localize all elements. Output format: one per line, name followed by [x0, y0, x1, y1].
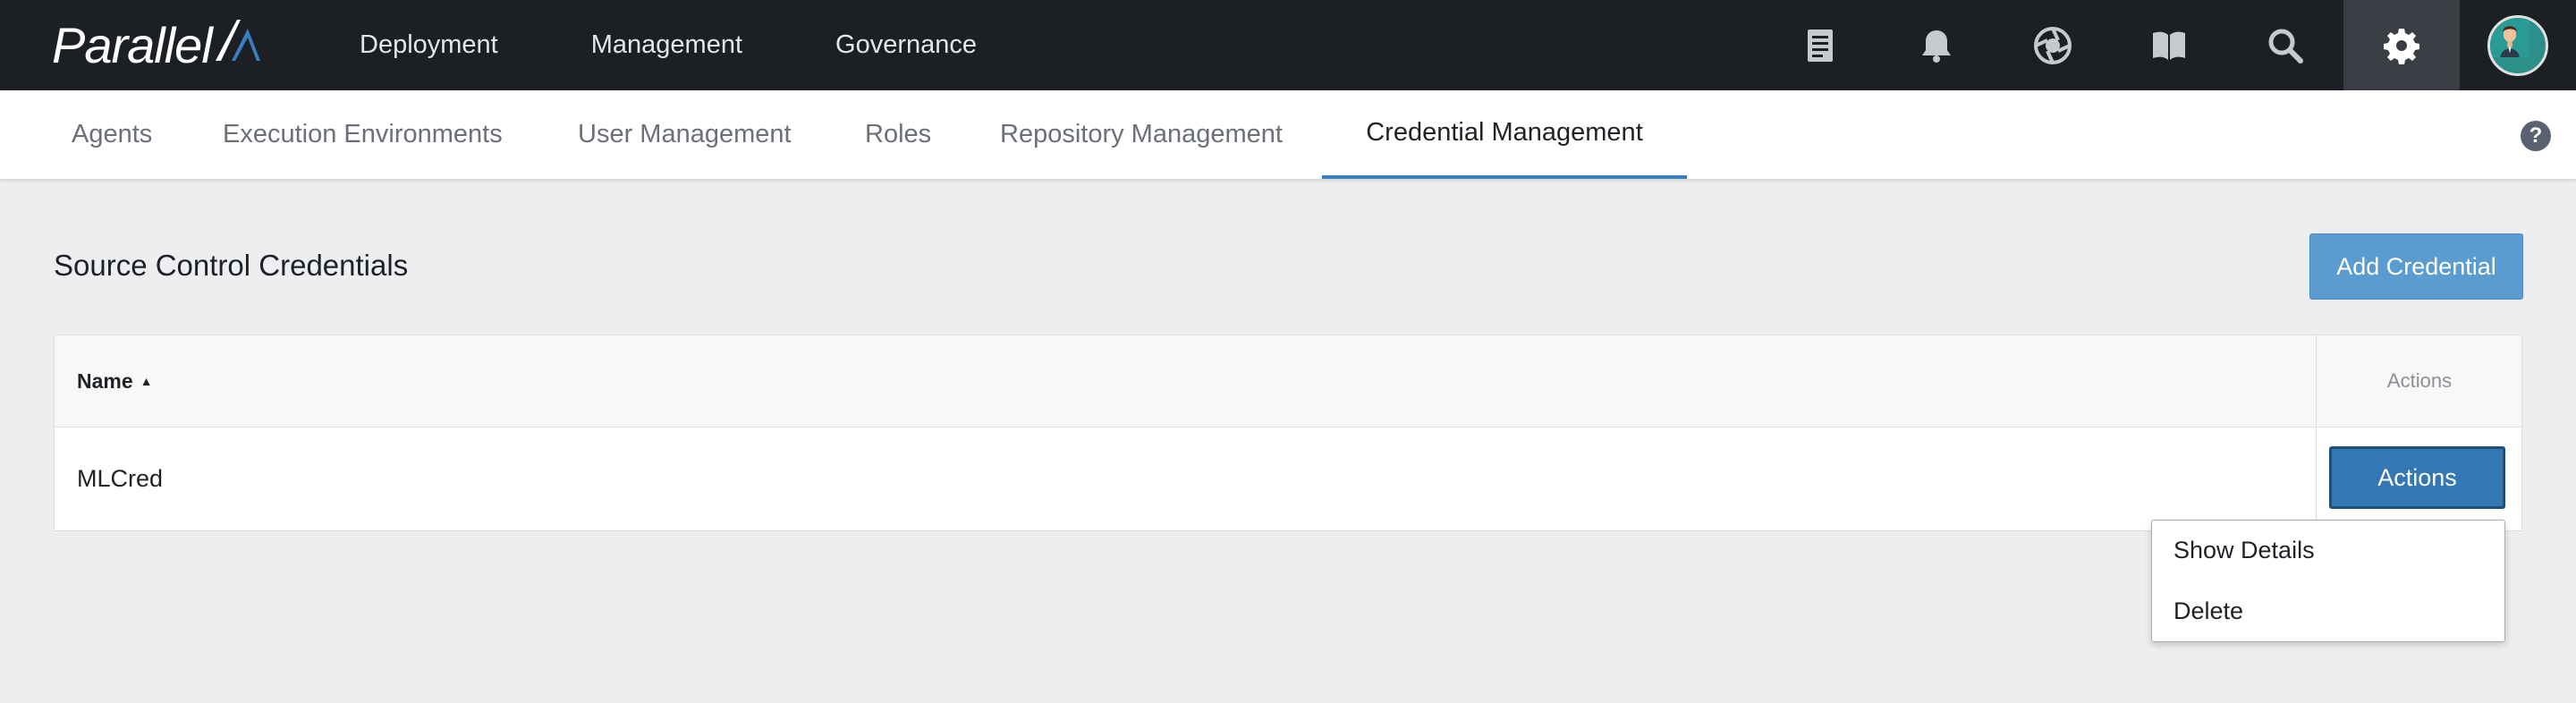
tab-repository-management[interactable]: Repository Management [964, 90, 1318, 179]
aperture-icon[interactable] [1995, 0, 2111, 90]
search-icon[interactable] [2227, 0, 2343, 90]
help-icon[interactable]: ? [2521, 121, 2551, 151]
sub-navbar: Agents Execution Environments User Manag… [0, 90, 2576, 180]
document-icon[interactable] [1762, 0, 1878, 90]
table-header: Name ▲ Actions [55, 335, 2521, 428]
avatar [2487, 14, 2548, 76]
gear-icon[interactable] [2343, 0, 2460, 90]
bell-icon[interactable] [1878, 0, 1995, 90]
top-navbar: Parallel Deployment Management Governanc… [0, 0, 2576, 90]
row-actions-cell: Actions [2316, 427, 2522, 530]
logo-mark [214, 16, 262, 74]
parallelm-logo[interactable]: Parallel [52, 16, 262, 73]
actions-dropdown-menu: Show Details Delete [2151, 520, 2505, 642]
menu-item-show-details[interactable]: Show Details [2174, 537, 2315, 564]
tab-roles[interactable]: Roles [829, 90, 967, 179]
menu-item-delete[interactable]: Delete [2174, 597, 2243, 625]
credentials-table: Name ▲ Actions MLCred Actions [54, 335, 2522, 531]
top-icon-bar [1762, 0, 2576, 90]
tab-user-management[interactable]: User Management [542, 90, 827, 179]
nav-deployment[interactable]: Deployment [326, 30, 513, 60]
column-header-actions: Actions [2316, 335, 2522, 427]
tab-execution-environments[interactable]: Execution Environments [187, 90, 538, 179]
logo-text: Parallel [52, 16, 213, 73]
tab-credential-management[interactable]: Credential Management [1322, 90, 1687, 179]
nav-governance[interactable]: Governance [835, 30, 991, 60]
page-title: Source Control Credentials [54, 249, 409, 282]
sort-ascending-icon: ▲ [140, 374, 153, 388]
credential-name: MLCred [77, 464, 164, 492]
book-icon[interactable] [2111, 0, 2227, 90]
actions-button[interactable]: Actions [2329, 446, 2505, 509]
nav-management[interactable]: Management [591, 30, 757, 60]
avatar-button[interactable] [2460, 0, 2576, 90]
column-header-name[interactable]: Name ▲ [77, 335, 153, 427]
tab-agents[interactable]: Agents [36, 90, 188, 179]
add-credential-button[interactable]: Add Credential [2309, 233, 2523, 300]
main-nav: Deployment Management Governance [326, 0, 1070, 90]
column-header-name-label: Name [77, 368, 133, 393]
